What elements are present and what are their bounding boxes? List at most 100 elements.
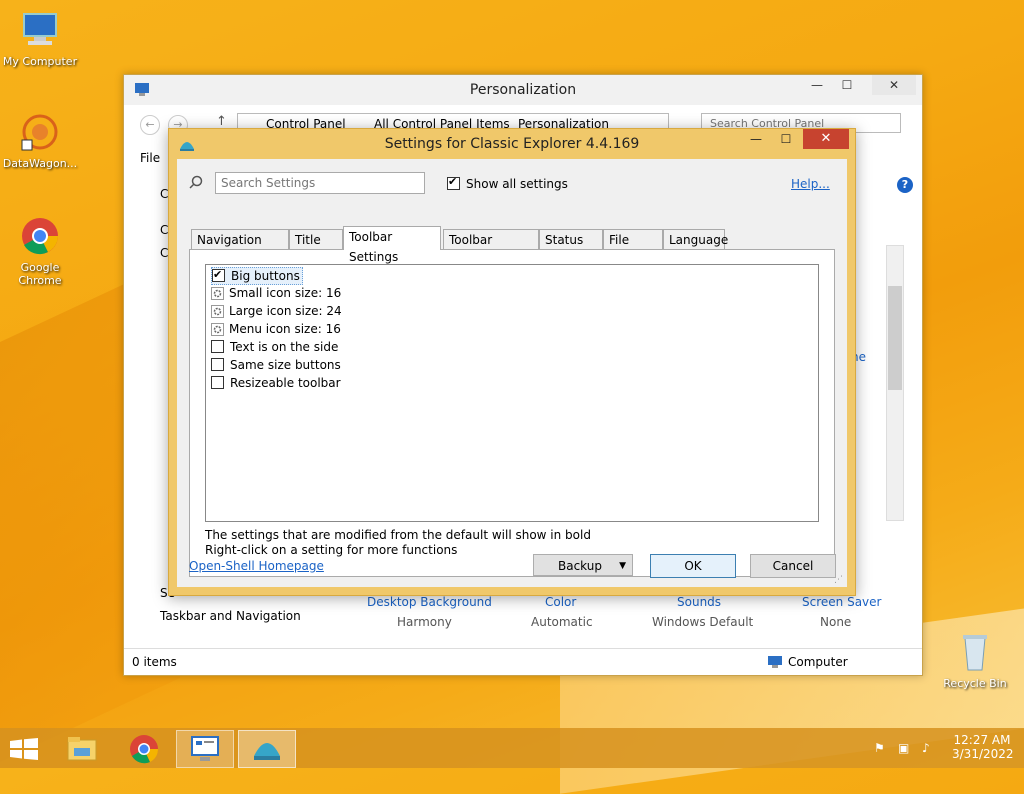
setting-large-icon-size[interactable]: Large icon size: 24 xyxy=(211,303,342,319)
setting-small-icon-size[interactable]: Small icon size: 16 xyxy=(211,285,341,301)
setting-same-size-buttons[interactable]: Same size buttons xyxy=(211,357,341,373)
settings-list[interactable]: Big buttons Small icon size: 16 Large ic… xyxy=(205,264,819,522)
taskbar-navigation-link[interactable]: Taskbar and Navigation xyxy=(160,609,301,623)
chrome-icon xyxy=(130,735,159,764)
backup-label: Backup xyxy=(558,559,602,573)
chrome-icon xyxy=(22,218,58,255)
computer-icon xyxy=(768,656,782,668)
cancel-button[interactable]: Cancel xyxy=(750,554,836,578)
dialog-maximize-button[interactable]: ☐ xyxy=(771,129,801,149)
taskbar-chrome[interactable] xyxy=(116,730,172,766)
control-panel-icon xyxy=(191,736,219,761)
show-all-label: Show all settings xyxy=(466,177,568,191)
clock[interactable]: 12:27 AM 3/31/2022 xyxy=(952,733,1014,761)
setting-big-buttons[interactable]: Big buttons xyxy=(211,267,303,285)
desktop-icon-my-computer[interactable]: My Computer xyxy=(0,10,80,68)
scrollbar[interactable] xyxy=(886,245,904,521)
desktop-icon-recycle-bin[interactable]: Recycle Bin xyxy=(935,632,1015,690)
gear-icon xyxy=(211,305,224,318)
gear-icon xyxy=(211,287,224,300)
color-link[interactable]: Color xyxy=(545,595,576,609)
toolbar-settings-panel: Big buttons Small icon size: 16 Large ic… xyxy=(189,249,835,577)
desktop-icon-label: DataWagon... xyxy=(2,157,78,170)
taskbar: ⚑ ▣ ♪ 12:27 AM 3/31/2022 xyxy=(0,728,1024,768)
taskbar-control-panel[interactable] xyxy=(176,730,234,768)
network-icon[interactable]: ▣ xyxy=(898,741,909,755)
sounds-link[interactable]: Sounds xyxy=(677,595,721,609)
recycle-bin-icon xyxy=(963,635,987,671)
checkbox-unchecked[interactable] xyxy=(211,358,224,371)
checkbox-checked[interactable] xyxy=(212,267,225,283)
datawagon-icon xyxy=(21,114,58,151)
hint-right-click-text: Right-click on a setting for more functi… xyxy=(205,543,458,557)
screen-saver-link[interactable]: Screen Saver xyxy=(802,595,881,609)
tab-status-bar[interactable]: Status Bar xyxy=(539,229,603,267)
setting-label: Resizeable toolbar xyxy=(230,376,341,390)
tab-navigation-pane[interactable]: Navigation Pane xyxy=(191,229,289,267)
dialog-body: Search Settings Show all settings Help..… xyxy=(177,159,847,587)
settings-search-input[interactable]: Search Settings xyxy=(215,172,425,194)
color-value: Automatic xyxy=(531,615,593,629)
search-icon xyxy=(189,175,203,189)
action-center-icon[interactable]: ⚑ xyxy=(874,741,885,755)
help-icon[interactable]: ? xyxy=(897,177,913,193)
menu-file[interactable]: File xyxy=(140,151,160,165)
minimize-button[interactable]: — xyxy=(802,75,832,95)
setting-label: Big buttons xyxy=(231,269,300,283)
setting-menu-icon-size[interactable]: Menu icon size: 16 xyxy=(211,321,341,337)
tab-file-pane[interactable]: File Pane xyxy=(603,229,663,267)
dialog-minimize-button[interactable]: — xyxy=(741,129,771,149)
setting-label: Large icon size: 24 xyxy=(229,304,342,318)
desktop-icon-label: Google Chrome xyxy=(18,261,62,287)
desktop-background-value: Harmony xyxy=(397,615,452,629)
volume-muted-icon[interactable]: ♪ xyxy=(922,741,930,755)
gear-icon xyxy=(211,323,224,336)
setting-label: Small icon size: 16 xyxy=(229,286,342,300)
computer-icon xyxy=(23,13,57,45)
status-computer: Computer xyxy=(788,655,848,669)
checkbox-unchecked[interactable] xyxy=(211,340,224,353)
backup-button[interactable]: Backup ▼ xyxy=(533,554,633,576)
up-button[interactable]: ↑ xyxy=(216,114,227,129)
item-count: 0 items xyxy=(132,655,177,669)
scrollbar-thumb[interactable] xyxy=(888,286,902,390)
help-link[interactable]: Help... xyxy=(791,177,830,191)
setting-label: Text is on the side xyxy=(230,340,339,354)
desktop-icon-label: Recycle Bin xyxy=(943,677,1007,690)
desktop-background-link[interactable]: Desktop Background xyxy=(367,595,492,609)
setting-text-on-side[interactable]: Text is on the side xyxy=(211,339,338,355)
tab-toolbar-buttons[interactable]: Toolbar Buttons xyxy=(443,229,539,267)
setting-label: Menu icon size: 16 xyxy=(229,322,341,336)
setting-label: Same size buttons xyxy=(230,358,341,372)
shell-icon xyxy=(254,743,280,760)
ok-button[interactable]: OK xyxy=(650,554,736,578)
folder-icon xyxy=(67,737,97,761)
taskbar-file-explorer[interactable] xyxy=(54,730,110,766)
taskbar-classic-explorer-settings[interactable] xyxy=(238,730,296,768)
open-shell-homepage-link[interactable]: Open-Shell Homepage xyxy=(189,559,324,573)
resize-grip-icon[interactable]: ⋰ xyxy=(834,575,843,585)
desktop-icon-datawagon[interactable]: DataWagon... xyxy=(0,112,80,170)
status-bar: 0 items Computer xyxy=(124,648,922,675)
back-button[interactable]: ← xyxy=(140,115,160,135)
maximize-button[interactable]: ☐ xyxy=(832,75,862,95)
sounds-value: Windows Default xyxy=(652,615,754,629)
desktop-icon-chrome[interactable]: Google Chrome xyxy=(0,216,80,287)
dropdown-arrow-icon: ▼ xyxy=(619,561,626,571)
setting-resizeable-toolbar[interactable]: Resizeable toolbar xyxy=(211,375,341,391)
screen-saver-value: None xyxy=(820,615,852,629)
hint-bold-text: The settings that are modified from the … xyxy=(205,528,591,542)
checkbox-unchecked[interactable] xyxy=(211,376,224,389)
tab-title-bar[interactable]: Title Bar xyxy=(289,229,343,267)
dialog-close-button[interactable]: ✕ xyxy=(803,129,849,149)
show-all-settings-checkbox[interactable]: Show all settings xyxy=(447,175,568,191)
desktop-icon-label: My Computer xyxy=(2,55,78,68)
clock-time: 12:27 AM xyxy=(953,733,1011,747)
tab-toolbar-settings[interactable]: Toolbar Settings xyxy=(343,226,441,264)
clock-date: 3/31/2022 xyxy=(952,747,1014,761)
settings-dialog: Settings for Classic Explorer 4.4.169 — … xyxy=(168,128,856,596)
windows-start-icon[interactable] xyxy=(10,738,38,760)
tab-language[interactable]: Language xyxy=(663,229,728,249)
checkbox-checked[interactable] xyxy=(447,175,460,190)
close-button[interactable]: ✕ xyxy=(872,75,916,95)
